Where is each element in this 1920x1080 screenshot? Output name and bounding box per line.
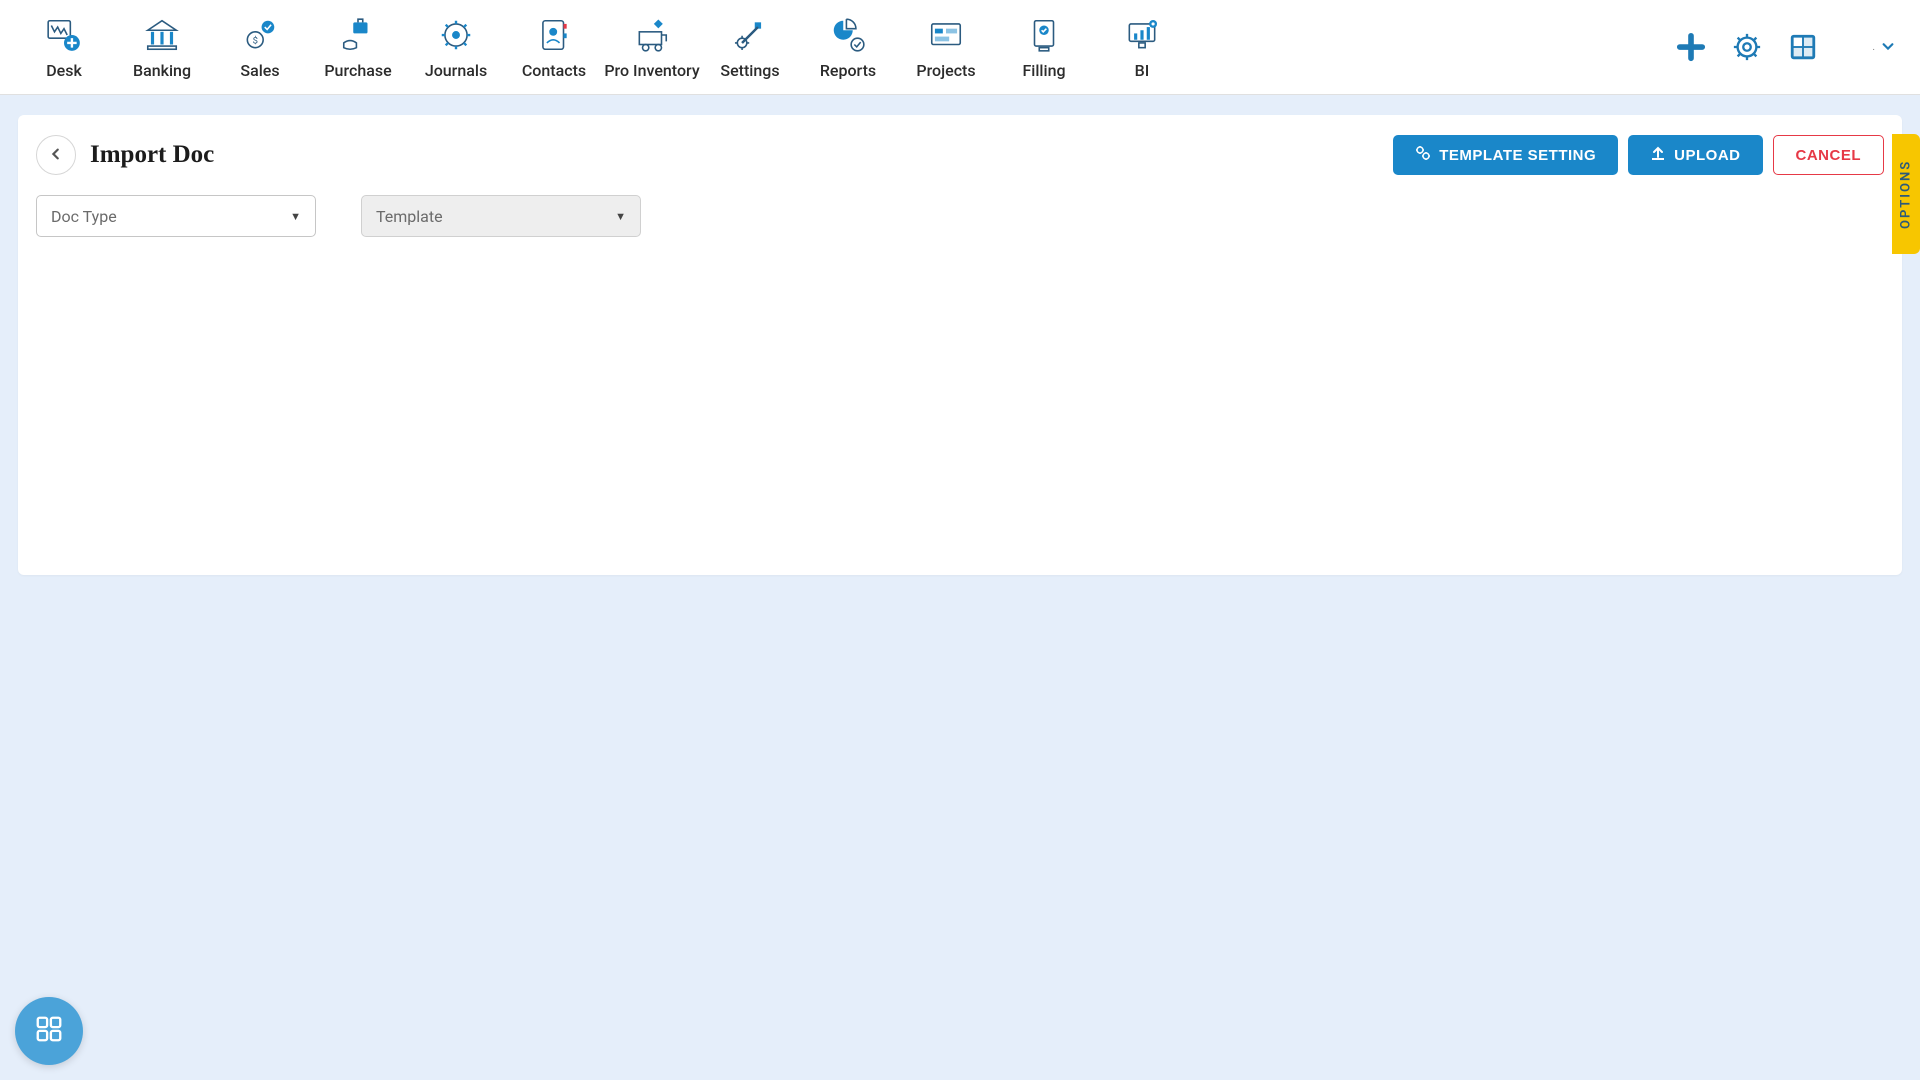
projects-icon	[926, 15, 966, 55]
nav-items-container: Desk Banking $ Sales Purchase Journals	[15, 5, 1191, 90]
back-button[interactable]	[36, 135, 76, 175]
caret-down-icon: ▼	[290, 210, 301, 223]
chevron-left-icon	[49, 145, 63, 166]
add-icon[interactable]	[1674, 30, 1708, 64]
nav-item-desk[interactable]: Desk	[15, 5, 113, 90]
selects-row: Doc Type ▼ Template ▼	[18, 195, 1902, 237]
template-setting-button[interactable]: TEMPLATE SETTING	[1393, 135, 1618, 175]
header-actions: TEMPLATE SETTING UPLOAD CANCEL	[1393, 135, 1884, 175]
nav-label: Pro Inventory	[604, 61, 699, 80]
nav-right-actions: .	[1674, 30, 1895, 64]
nav-item-pro-inventory[interactable]: Pro Inventory	[603, 5, 701, 90]
svg-text:$: $	[253, 35, 258, 46]
nav-label: Desk	[46, 61, 82, 80]
select-placeholder: Template	[376, 207, 443, 226]
nav-item-bi[interactable]: BI	[1093, 5, 1191, 90]
gear-icon[interactable]	[1730, 30, 1764, 64]
nav-label: Sales	[240, 61, 279, 80]
top-navbar: Desk Banking $ Sales Purchase Journals	[0, 0, 1920, 95]
upload-button[interactable]: UPLOAD	[1628, 135, 1762, 175]
button-label: TEMPLATE SETTING	[1439, 147, 1596, 164]
page-title: Import Doc	[90, 141, 214, 169]
contacts-icon	[534, 15, 574, 55]
panel-header: Import Doc TEMPLATE SETTING UPLOAD CANCE…	[18, 135, 1902, 195]
nav-item-settings[interactable]: Settings	[701, 5, 799, 90]
button-label: CANCEL	[1796, 147, 1862, 164]
calculator-icon[interactable]	[1786, 30, 1820, 64]
nav-label: Reports	[820, 61, 876, 80]
options-label: OPTIONS	[1899, 159, 1914, 228]
sales-icon: $	[240, 15, 280, 55]
nav-label: Banking	[133, 61, 191, 80]
options-side-tab[interactable]: OPTIONS	[1892, 134, 1920, 254]
inventory-icon	[632, 15, 672, 55]
reports-icon	[828, 15, 868, 55]
nav-label: Projects	[916, 61, 975, 80]
button-label: UPLOAD	[1674, 147, 1740, 164]
select-placeholder: Doc Type	[51, 207, 117, 226]
chevron-down-icon	[1881, 39, 1895, 56]
desk-icon	[44, 15, 84, 55]
nav-item-journals[interactable]: Journals	[407, 5, 505, 90]
nav-label: Settings	[720, 61, 779, 80]
nav-label: Filling	[1022, 61, 1065, 80]
nav-item-contacts[interactable]: Contacts	[505, 5, 603, 90]
nav-item-projects[interactable]: Projects	[897, 5, 995, 90]
banking-icon	[142, 15, 182, 55]
nav-item-reports[interactable]: Reports	[799, 5, 897, 90]
app-launcher-fab[interactable]	[15, 997, 83, 1065]
bi-icon	[1122, 15, 1162, 55]
caret-down-icon: ▼	[615, 210, 626, 223]
nav-item-sales[interactable]: $ Sales	[211, 5, 309, 90]
grid-icon	[34, 1014, 64, 1048]
cancel-button[interactable]: CANCEL	[1773, 135, 1885, 175]
nav-item-filling[interactable]: Filling	[995, 5, 1093, 90]
purchase-icon	[338, 15, 378, 55]
upload-icon	[1650, 145, 1666, 165]
doc-type-select[interactable]: Doc Type ▼	[36, 195, 316, 237]
nav-label: Journals	[425, 61, 487, 80]
nav-label: BI	[1135, 61, 1150, 80]
template-select[interactable]: Template ▼	[361, 195, 641, 237]
user-label: .	[1872, 42, 1875, 53]
nav-item-banking[interactable]: Banking	[113, 5, 211, 90]
settings-icon	[730, 15, 770, 55]
nav-item-purchase[interactable]: Purchase	[309, 5, 407, 90]
nav-label: Contacts	[522, 61, 586, 80]
nav-label: Purchase	[324, 61, 391, 80]
user-dropdown[interactable]: .	[1872, 39, 1895, 56]
journals-icon	[436, 15, 476, 55]
cogs-icon	[1415, 145, 1431, 165]
main-panel: Import Doc TEMPLATE SETTING UPLOAD CANCE…	[18, 115, 1902, 575]
filling-icon	[1024, 15, 1064, 55]
